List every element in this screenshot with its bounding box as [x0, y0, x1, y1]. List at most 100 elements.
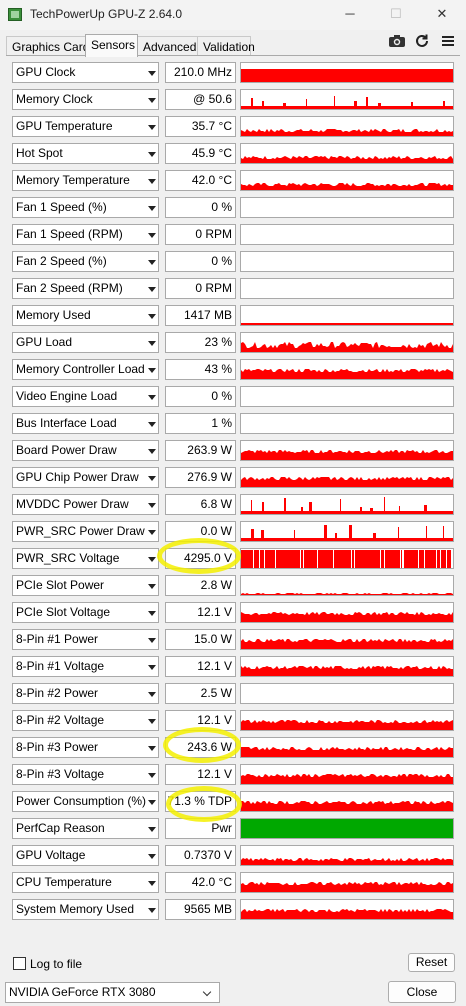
dropdown-arrow-icon[interactable]: [145, 171, 158, 190]
sensor-name-select[interactable]: System Memory Used: [12, 899, 159, 920]
dropdown-arrow-icon[interactable]: [145, 549, 158, 568]
sensor-name-select[interactable]: Fan 1 Speed (RPM): [12, 224, 159, 245]
sensor-row-fan-2-speed: Fan 2 Speed (%) 0 %: [12, 251, 454, 274]
dropdown-arrow-icon[interactable]: [145, 819, 158, 838]
gpu-select[interactable]: NVIDIA GeForce RTX 3080: [5, 982, 220, 1003]
sensor-name-select[interactable]: 8-Pin #2 Power: [12, 683, 159, 704]
sensor-name-select[interactable]: Board Power Draw: [12, 440, 159, 461]
sensor-row-fan-1-speed: Fan 1 Speed (%) 0 %: [12, 197, 454, 220]
sensor-graph: [240, 602, 454, 623]
camera-icon[interactable]: [388, 33, 406, 49]
sensor-row-pwr-src-power-draw: PWR_SRC Power Draw 0.0 W: [12, 521, 454, 544]
sensor-name-select[interactable]: GPU Clock: [12, 62, 159, 83]
sensor-graph: [240, 305, 454, 326]
sensor-name-select[interactable]: 8-Pin #3 Voltage: [12, 764, 159, 785]
sensor-name-select[interactable]: Hot Spot: [12, 143, 159, 164]
sensor-value: 42.0 °C: [165, 872, 236, 893]
sensor-row-8-pin-1-voltage: 8-Pin #1 Voltage 12.1 V: [12, 656, 454, 679]
log-to-file-label: Log to file: [30, 957, 83, 971]
dropdown-arrow-icon[interactable]: [145, 279, 158, 298]
close-button[interactable]: Close: [388, 981, 456, 1003]
tab-validation[interactable]: Validation: [197, 36, 255, 56]
dropdown-arrow-icon[interactable]: [145, 792, 158, 811]
sensor-row-8-pin-3-voltage: 8-Pin #3 Voltage 12.1 V: [12, 764, 454, 787]
dropdown-arrow-icon[interactable]: [145, 711, 158, 730]
dropdown-arrow-icon[interactable]: [145, 576, 158, 595]
tab-advanced[interactable]: Advanced: [137, 36, 198, 56]
sensor-row-gpu-voltage: GPU Voltage 0.7370 V: [12, 845, 454, 868]
sensor-row-video-engine-load: Video Engine Load 0 %: [12, 386, 454, 409]
dropdown-arrow-icon[interactable]: [145, 198, 158, 217]
sensor-name-select[interactable]: GPU Load: [12, 332, 159, 353]
sensor-row-mvddc-power-draw: MVDDC Power Draw 6.8 W: [12, 494, 454, 517]
dropdown-arrow-icon[interactable]: [145, 252, 158, 271]
close-window-button[interactable]: ✕: [426, 3, 458, 25]
sensor-row-pcie-slot-power: PCIe Slot Power 2.8 W: [12, 575, 454, 598]
dropdown-arrow-icon[interactable]: [145, 765, 158, 784]
sensor-name-select[interactable]: GPU Voltage: [12, 845, 159, 866]
dropdown-arrow-icon[interactable]: [145, 468, 158, 487]
sensor-name-select[interactable]: 8-Pin #1 Voltage: [12, 656, 159, 677]
sensor-name-select[interactable]: Fan 2 Speed (%): [12, 251, 159, 272]
minimize-button[interactable]: ─: [334, 3, 366, 25]
sensor-name-select[interactable]: GPU Chip Power Draw: [12, 467, 159, 488]
reset-button[interactable]: Reset: [408, 953, 455, 972]
sensor-row-8-pin-2-power: 8-Pin #2 Power 2.5 W: [12, 683, 454, 706]
sensor-name-select[interactable]: 8-Pin #3 Power: [12, 737, 159, 758]
sensor-name-select[interactable]: CPU Temperature: [12, 872, 159, 893]
dropdown-arrow-icon[interactable]: [145, 333, 158, 352]
sensor-name-select[interactable]: Memory Clock: [12, 89, 159, 110]
sensor-value: 210.0 MHz: [165, 62, 236, 83]
dropdown-arrow-icon[interactable]: [145, 684, 158, 703]
sensor-name-select[interactable]: Power Consumption (%): [12, 791, 159, 812]
dropdown-arrow-icon[interactable]: [145, 306, 158, 325]
dropdown-arrow-icon[interactable]: [145, 846, 158, 865]
tab-graphics-card[interactable]: Graphics Card: [6, 36, 89, 56]
dropdown-arrow-icon[interactable]: [145, 117, 158, 136]
sensor-row-gpu-chip-power-draw: GPU Chip Power Draw 276.9 W: [12, 467, 454, 490]
sensor-name-select[interactable]: PCIe Slot Voltage: [12, 602, 159, 623]
sensor-name-select[interactable]: PWR_SRC Power Draw: [12, 521, 159, 542]
dropdown-arrow-icon[interactable]: [145, 225, 158, 244]
dropdown-arrow-icon[interactable]: [145, 360, 158, 379]
dropdown-arrow-icon[interactable]: [145, 900, 158, 919]
dropdown-arrow-icon[interactable]: [145, 144, 158, 163]
sensor-value: @ 50.6: [165, 89, 236, 110]
dropdown-arrow-icon[interactable]: [145, 63, 158, 82]
dropdown-arrow-icon[interactable]: [145, 522, 158, 541]
tab-sensors[interactable]: Sensors: [85, 34, 138, 57]
dropdown-arrow-icon[interactable]: [145, 495, 158, 514]
sensor-name-select[interactable]: PCIe Slot Power: [12, 575, 159, 596]
dropdown-arrow-icon[interactable]: [145, 441, 158, 460]
dropdown-arrow-icon[interactable]: [145, 630, 158, 649]
sensor-name-select[interactable]: Bus Interface Load: [12, 413, 159, 434]
sensor-name-select[interactable]: Memory Used: [12, 305, 159, 326]
dropdown-arrow-icon[interactable]: [145, 873, 158, 892]
sensor-row-memory-controller-load: Memory Controller Load 43 %: [12, 359, 454, 382]
sensor-name-select[interactable]: 8-Pin #1 Power: [12, 629, 159, 650]
sensor-graph: [240, 332, 454, 353]
sensor-name-select[interactable]: Memory Controller Load: [12, 359, 159, 380]
sensor-row-board-power-draw: Board Power Draw 263.9 W: [12, 440, 454, 463]
sensor-row-pcie-slot-voltage: PCIe Slot Voltage 12.1 V: [12, 602, 454, 625]
dropdown-arrow-icon[interactable]: [145, 414, 158, 433]
refresh-icon[interactable]: [414, 33, 430, 49]
dropdown-arrow-icon[interactable]: [145, 738, 158, 757]
menu-icon[interactable]: [440, 33, 456, 49]
sensor-name-select[interactable]: 8-Pin #2 Voltage: [12, 710, 159, 731]
dropdown-arrow-icon[interactable]: [145, 90, 158, 109]
dropdown-arrow-icon[interactable]: [145, 387, 158, 406]
sensor-name-select[interactable]: MVDDC Power Draw: [12, 494, 159, 515]
sensor-name-select[interactable]: Video Engine Load: [12, 386, 159, 407]
sensor-name-select[interactable]: Fan 2 Speed (RPM): [12, 278, 159, 299]
dropdown-arrow-icon[interactable]: [145, 657, 158, 676]
sensor-name-select[interactable]: GPU Temperature: [12, 116, 159, 137]
sensor-name-select[interactable]: Fan 1 Speed (%): [12, 197, 159, 218]
sensor-name-select[interactable]: PWR_SRC Voltage: [12, 548, 159, 569]
sensor-value: 0 %: [165, 251, 236, 272]
log-to-file-checkbox[interactable]: [13, 957, 26, 970]
sensor-name-select[interactable]: Memory Temperature: [12, 170, 159, 191]
sensor-name-select[interactable]: PerfCap Reason: [12, 818, 159, 839]
dropdown-arrow-icon[interactable]: [145, 603, 158, 622]
sensor-row-8-pin-1-power: 8-Pin #1 Power 15.0 W: [12, 629, 454, 652]
